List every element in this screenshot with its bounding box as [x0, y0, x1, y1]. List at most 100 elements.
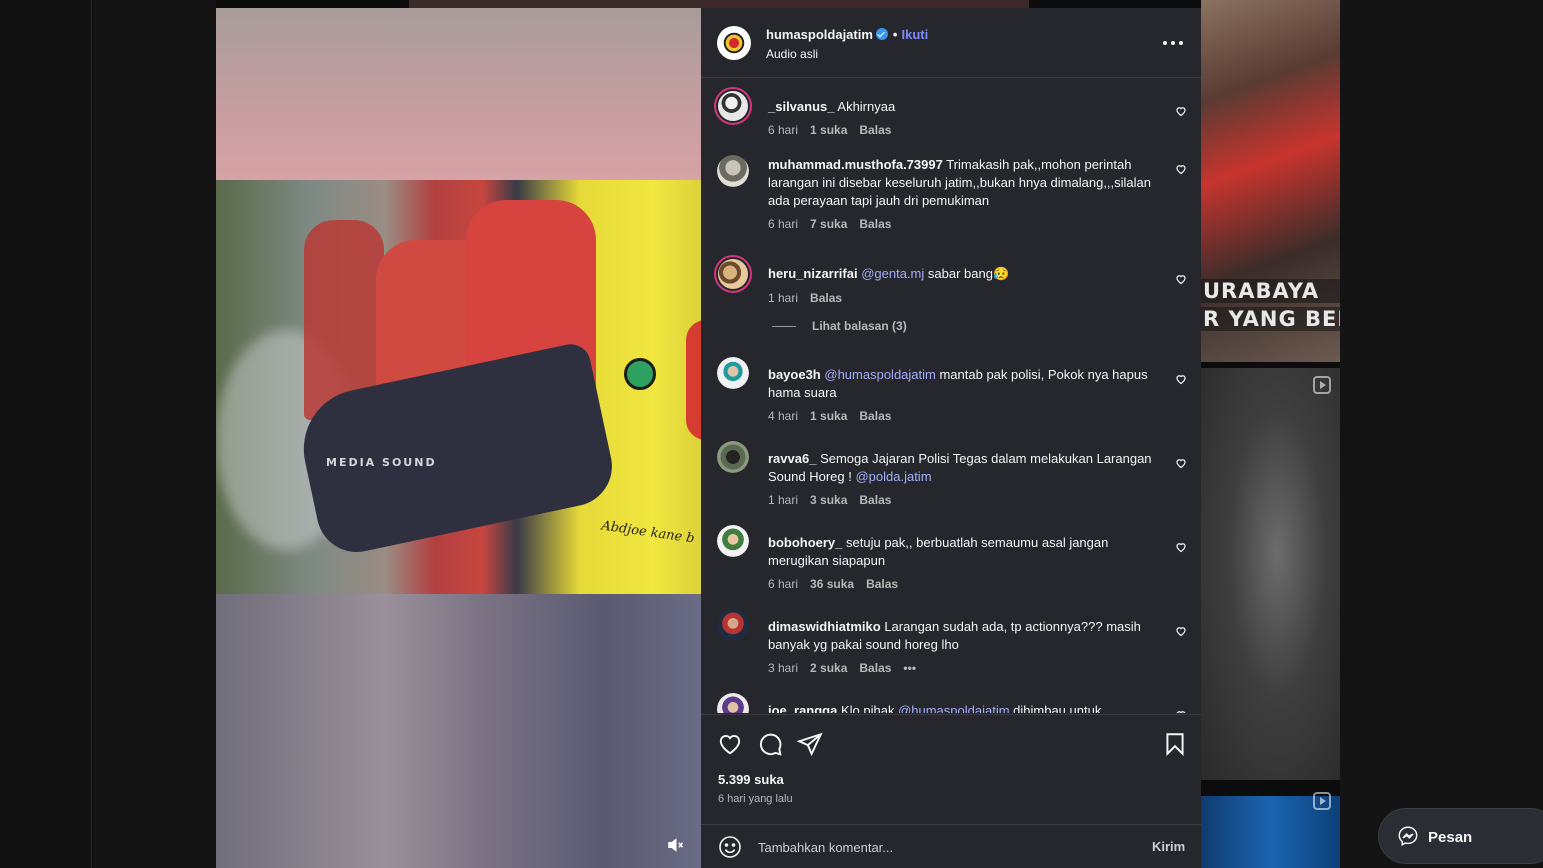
like-comment-heart-icon[interactable]	[1175, 373, 1187, 385]
view-replies-button[interactable]: Lihat balasan (3)	[772, 319, 907, 333]
commenter-avatar[interactable]	[717, 693, 749, 713]
background-thumbnail-1: URABAYA R YANG BER	[1201, 0, 1340, 362]
bus-decal	[686, 320, 701, 440]
emoji-smiley-icon[interactable]	[718, 835, 742, 859]
messages-button[interactable]: Pesan	[1378, 808, 1543, 864]
reply-button[interactable]: Balas	[859, 217, 891, 231]
commenter-avatar[interactable]	[717, 357, 749, 389]
backdrop-right[interactable]	[1340, 0, 1543, 868]
post-actions: 5.399 suka 6 hari yang lalu	[701, 714, 1201, 824]
commenter-avatar[interactable]	[714, 87, 752, 125]
more-options-button[interactable]	[1163, 36, 1183, 50]
comment-meta: 3 hari 2 suka Balas •••	[768, 661, 917, 675]
like-heart-icon[interactable]	[717, 731, 743, 757]
author-line: humaspoldajatim • Ikuti	[766, 27, 928, 42]
comment-text: heru_nizarrifai @genta.mj sabar bang😥	[768, 266, 1010, 281]
comment-meta: 6 hari 7 suka Balas	[768, 217, 892, 231]
comment-username[interactable]: muhammad.musthofa.73997	[768, 157, 943, 172]
comment-username[interactable]: dimaswidhiatmiko	[768, 619, 881, 634]
comment-text: bobohoery_ setuju pak,, berbuatlah semau…	[768, 535, 1109, 568]
reply-button[interactable]: Balas	[866, 577, 898, 591]
thumbnail-caption-1: URABAYA	[1201, 279, 1340, 303]
mute-button[interactable]	[664, 834, 686, 856]
comment-text: muhammad.musthofa.73997 Trimakasih pak,,…	[768, 157, 1152, 208]
thumbnail-caption-2: R YANG BER	[1201, 307, 1340, 331]
reply-button[interactable]: Balas	[859, 493, 891, 507]
reply-button[interactable]: Balas	[859, 661, 891, 675]
commenter-avatar[interactable]	[717, 155, 749, 187]
reply-button[interactable]: Balas	[810, 291, 842, 305]
like-comment-heart-icon[interactable]	[1175, 625, 1187, 637]
left-nav-rail	[0, 0, 92, 868]
post-header: humaspoldajatim • Ikuti Audio asli	[701, 8, 1201, 78]
speaker-muted-icon	[668, 838, 684, 852]
comment-meta: 4 hari 1 suka Balas	[768, 409, 892, 423]
commenter-avatar[interactable]	[717, 525, 749, 557]
post-side-panel: humaspoldajatim • Ikuti Audio asli _silvan…	[701, 8, 1201, 868]
comment-text: _silvanus_ Akhirnyaa	[768, 99, 896, 114]
comment-meta: 6 hari 36 suka Balas	[768, 577, 899, 591]
post-media[interactable]: MEDIA SOUND Abdjoe kane b	[216, 8, 701, 868]
verified-badge-icon	[875, 28, 888, 40]
like-comment-heart-icon[interactable]	[1175, 709, 1187, 713]
comment-username[interactable]: joe_rangga	[768, 703, 837, 713]
like-count[interactable]: 5.399 suka	[718, 772, 784, 787]
comment-bubble-icon[interactable]	[757, 731, 783, 757]
dot	[1179, 41, 1183, 45]
comment-meta: 1 hari Balas	[768, 291, 843, 305]
backdrop-left[interactable]	[93, 0, 216, 868]
dot	[1163, 41, 1167, 45]
comment-username[interactable]: ravva6_	[768, 451, 816, 466]
comment-meta: 6 hari 1 suka Balas	[768, 123, 892, 137]
mention-link[interactable]: @humaspoldajatim	[824, 367, 935, 382]
post-time: 6 hari yang lalu	[718, 793, 793, 805]
like-comment-heart-icon[interactable]	[1175, 163, 1187, 175]
video-frame[interactable]: MEDIA SOUND Abdjoe kane b	[216, 180, 701, 594]
commenter-avatar[interactable]	[717, 609, 749, 641]
media-blur-top	[216, 8, 701, 180]
dot	[1171, 41, 1175, 45]
like-comment-heart-icon[interactable]	[1175, 541, 1187, 553]
share-paper-plane-icon[interactable]	[797, 731, 823, 757]
comment-text: bayoe3h @humaspoldajatim mantab pak poli…	[768, 367, 1148, 400]
comment-input[interactable]	[758, 835, 1138, 859]
sad-face-emoji: 😥	[992, 266, 1010, 281]
comment-composer: Kirim	[701, 824, 1201, 868]
comment-username[interactable]: bobohoery_	[768, 535, 842, 550]
audio-link[interactable]: Audio asli	[766, 47, 818, 61]
background-thumbnail-2	[1201, 368, 1340, 780]
like-comment-heart-icon[interactable]	[1175, 457, 1187, 469]
save-bookmark-icon[interactable]	[1162, 731, 1188, 757]
mention-link[interactable]: @polda.jatim	[855, 469, 931, 484]
author-username[interactable]: humaspoldajatim	[766, 27, 873, 42]
reel-icon	[1313, 376, 1331, 394]
post-comment-button[interactable]: Kirim	[1152, 839, 1185, 854]
background-thumbnail-top	[409, 0, 1029, 8]
like-comment-heart-icon[interactable]	[1175, 273, 1187, 285]
comment-text: ravva6_ Semoga Jajaran Polisi Tegas dala…	[768, 451, 1152, 484]
video-watermark: MEDIA SOUND	[326, 456, 437, 469]
bus-lettering: Abdjoe kane b	[600, 518, 696, 547]
bus-light	[624, 358, 656, 390]
comment-username[interactable]: bayoe3h	[768, 367, 821, 382]
commenter-avatar[interactable]	[717, 441, 749, 473]
commenter-avatar[interactable]	[714, 255, 752, 293]
mention-link[interactable]: @genta.mj	[861, 266, 924, 281]
follow-button[interactable]: Ikuti	[901, 27, 928, 42]
comment-meta: 1 hari 3 suka Balas	[768, 493, 892, 507]
media-blur-bottom	[216, 594, 701, 868]
comments-list[interactable]: _silvanus_ Akhirnyaa 6 hari 1 suka Balas m…	[701, 79, 1201, 713]
mention-link[interactable]: @humaspoldajatim	[898, 703, 1009, 713]
comment-username[interactable]: heru_nizarrifai	[768, 266, 858, 281]
author-avatar[interactable]	[717, 26, 751, 60]
comment-text: dimaswidhiatmiko Larangan sudah ada, tp …	[768, 619, 1141, 652]
reply-button[interactable]: Balas	[859, 123, 891, 137]
comment-username[interactable]: _silvanus_	[768, 99, 835, 114]
background-thumbnail-3	[1201, 792, 1340, 868]
like-comment-heart-icon[interactable]	[1175, 105, 1187, 117]
reply-button[interactable]: Balas	[859, 409, 891, 423]
messenger-icon	[1398, 826, 1418, 846]
comment-more-options-button[interactable]: •••	[903, 661, 916, 675]
comment-text: joe_rangga Klo pihak @humaspoldajatim di…	[768, 702, 1158, 713]
messages-label: Pesan	[1428, 829, 1473, 846]
